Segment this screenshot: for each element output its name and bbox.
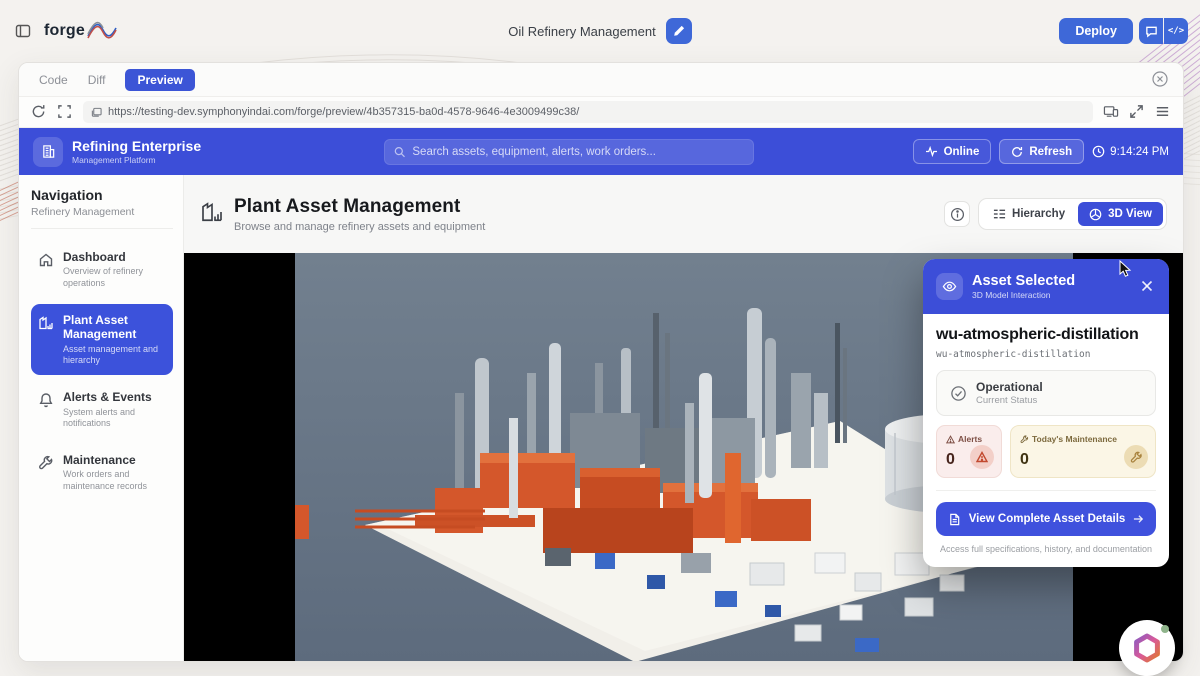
forge-logo-text: forge xyxy=(44,22,85,40)
asset-code: wu-atmospheric-distillation xyxy=(936,349,1156,360)
preview-frame: Code Diff Preview https://testing-dev.sy… xyxy=(18,62,1184,662)
arrow-right-icon xyxy=(1133,514,1144,524)
refresh-button[interactable]: Refresh xyxy=(999,139,1084,164)
view-mode-segmented-control: Hierarchy 3D View xyxy=(978,198,1167,230)
pencil-icon xyxy=(673,25,685,37)
app-header: Refining Enterprise Management Platform … xyxy=(19,128,1183,175)
tab-code[interactable]: Code xyxy=(39,73,68,87)
info-button[interactable] xyxy=(944,201,970,227)
app-subtitle: Management Platform xyxy=(72,155,201,165)
list-icon xyxy=(993,208,1006,220)
building-icon xyxy=(33,137,63,167)
edit-title-button[interactable] xyxy=(666,18,692,44)
bell-icon xyxy=(38,390,55,429)
select-region-icon[interactable] xyxy=(57,104,73,120)
url-text: https://testing-dev.symphonyindai.com/fo… xyxy=(108,106,579,118)
info-icon xyxy=(950,207,965,222)
chat-bubble-icon xyxy=(1145,25,1158,38)
pulse-icon xyxy=(925,146,938,157)
asset-name: wu-atmospheric-distillation xyxy=(936,326,1156,344)
page-subtitle: Browse and manage refinery assets and eq… xyxy=(234,221,485,233)
eye-icon xyxy=(936,273,963,300)
wrench-icon xyxy=(38,453,55,492)
status-sublabel: Current Status xyxy=(976,395,1043,406)
page-header: Plant Asset Management Browse and manage… xyxy=(184,175,1183,253)
sidebar-item-plant-asset-management[interactable]: Plant Asset Management Asset management … xyxy=(31,304,173,375)
clock-time: 9:14:24 PM xyxy=(1092,145,1169,158)
close-preview-icon[interactable] xyxy=(1151,70,1169,88)
forge-logo-wave-icon xyxy=(87,20,117,42)
sidebar-item-maintenance[interactable]: Maintenance Work orders and maintenance … xyxy=(31,444,173,501)
asset-selected-panel: Asset Selected 3D Model Interaction wu-a… xyxy=(923,259,1169,567)
refresh-icon xyxy=(1011,146,1023,158)
asset-panel-subtitle: 3D Model Interaction xyxy=(972,290,1075,300)
close-panel-icon[interactable] xyxy=(1140,279,1156,295)
sidebar-toggle-icon[interactable] xyxy=(12,20,34,42)
cta-caption: Access full specifications, history, and… xyxy=(936,544,1156,554)
asset-panel-title: Asset Selected xyxy=(972,273,1075,289)
wrench-small-icon xyxy=(1020,435,1029,444)
chat-button[interactable] xyxy=(1139,18,1163,44)
menu-icon[interactable] xyxy=(1155,104,1171,120)
search-icon xyxy=(394,146,405,158)
responsive-devices-icon[interactable] xyxy=(1103,104,1119,120)
alert-triangle-icon xyxy=(946,435,955,444)
status-label: Operational xyxy=(976,380,1043,394)
forge-logo: forge xyxy=(44,20,117,42)
tab-diff[interactable]: Diff xyxy=(88,73,106,87)
sidebar-item-alerts-events[interactable]: Alerts & Events System alerts and notifi… xyxy=(31,381,173,438)
hexagon-logo-icon xyxy=(1131,632,1163,664)
document-icon xyxy=(948,513,961,526)
online-status-badge[interactable]: Online xyxy=(913,139,992,164)
online-dot xyxy=(1161,625,1169,633)
fullscreen-icon[interactable] xyxy=(1129,104,1145,120)
sidebar-item-dashboard[interactable]: Dashboard Overview of refinery operation… xyxy=(31,241,173,298)
assistant-widget-button[interactable] xyxy=(1119,620,1175,676)
search-input[interactable] xyxy=(412,146,744,158)
nav-heading: Navigation xyxy=(31,187,173,203)
maintenance-stat-card: Today's Maintenance 0 xyxy=(1010,425,1156,478)
forge-topbar: forge Oil Refinery Management Deploy </> xyxy=(0,14,1200,48)
project-title: Oil Refinery Management xyxy=(508,24,655,39)
3d-view-button[interactable]: 3D View xyxy=(1078,202,1163,226)
3d-cube-icon xyxy=(1089,208,1102,221)
code-icon: </> xyxy=(1168,26,1184,36)
editor-tabbar: Code Diff Preview xyxy=(19,63,1183,96)
clock-icon xyxy=(1092,145,1105,158)
tab-preview[interactable]: Preview xyxy=(125,69,194,91)
reload-icon[interactable] xyxy=(31,104,47,120)
factory-chart-icon xyxy=(200,196,224,224)
page-title: Plant Asset Management xyxy=(234,196,485,218)
mouse-cursor xyxy=(1119,260,1133,278)
home-icon xyxy=(38,250,55,289)
nav-subheading: Refinery Management xyxy=(31,206,173,229)
code-button[interactable]: </> xyxy=(1164,18,1188,44)
hierarchy-view-button[interactable]: Hierarchy xyxy=(982,202,1076,226)
desktop: { "topbar": { "logo": "forge", "project_… xyxy=(0,0,1200,675)
window-icon xyxy=(91,107,102,118)
check-circle-icon xyxy=(950,385,967,402)
url-input[interactable]: https://testing-dev.symphonyindai.com/fo… xyxy=(83,101,1093,123)
global-search[interactable] xyxy=(384,139,754,165)
app-title: Refining Enterprise xyxy=(72,138,201,154)
alert-badge-icon xyxy=(970,445,994,469)
app-sidebar: Navigation Refinery Management Dashboard… xyxy=(19,175,184,661)
deploy-button[interactable]: Deploy xyxy=(1059,18,1133,44)
status-card: Operational Current Status xyxy=(936,370,1156,416)
view-asset-details-button[interactable]: View Complete Asset Details xyxy=(936,502,1156,536)
asset-chart-icon xyxy=(38,313,55,366)
browser-url-bar: https://testing-dev.symphonyindai.com/fo… xyxy=(19,96,1183,128)
alerts-stat-card: Alerts 0 xyxy=(936,425,1002,478)
wrench-badge-icon xyxy=(1124,445,1148,469)
